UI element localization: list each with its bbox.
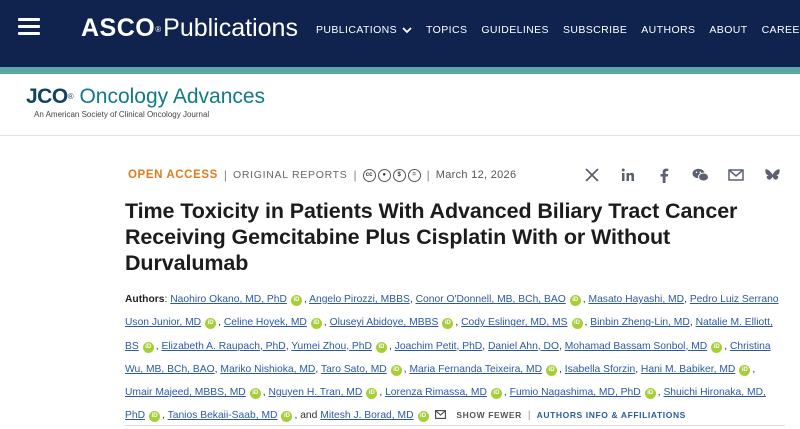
author-link[interactable]: Maria Fernanda Teixeira, MD <box>409 364 542 375</box>
orcid-icon[interactable]: iD <box>142 341 154 353</box>
asco-publications-logo[interactable]: ASCO®Publications <box>81 14 298 42</box>
cc-by-icon: ● <box>377 168 391 182</box>
show-fewer-button[interactable]: SHOW FEWER <box>456 410 522 420</box>
author-link[interactable]: Binbin Zheng-Lin, MD <box>590 317 690 328</box>
open-access-label: OPEN ACCESS <box>128 169 218 181</box>
menu-icon[interactable] <box>18 18 40 36</box>
orcid-icon[interactable]: iD <box>569 295 581 306</box>
article-meta: OPEN ACCESS | ORIGINAL REPORTS | cc ● $ … <box>128 168 516 182</box>
cc-icon: cc <box>362 168 376 182</box>
separator: | <box>223 168 228 182</box>
author-link[interactable]: Daniel Ahn, DO <box>488 341 559 352</box>
section-divider <box>125 425 785 426</box>
authors-label: Authors <box>125 294 165 305</box>
orcid-icon[interactable]: iD <box>149 411 161 423</box>
share-bar <box>574 166 790 184</box>
orcid-icon[interactable]: iD <box>366 388 378 400</box>
orcid-icon[interactable]: iD <box>571 318 583 330</box>
orcid-icon[interactable]: iD <box>390 364 402 376</box>
email-icon[interactable] <box>434 410 446 420</box>
author-link[interactable]: Elizabeth A. Raupach, PhD <box>161 341 285 352</box>
publication-date: March 12, 2026 <box>435 169 517 181</box>
author-link[interactable]: Naohiro Okano, MD, PhD <box>170 294 287 305</box>
orcid-icon[interactable]: iD <box>644 388 656 400</box>
separator: | <box>527 410 531 422</box>
orcid-icon[interactable]: iD <box>205 318 217 330</box>
license-icons[interactable]: cc ● $ = <box>362 168 421 182</box>
orcid-icon[interactable]: iD <box>442 318 454 330</box>
author-link[interactable]: Mitesh J. Borad, MD <box>320 410 413 421</box>
orcid-icon[interactable]: iD <box>281 411 293 423</box>
author-link[interactable]: Conor O'Donnell, MB, BCh, BAO <box>416 294 566 305</box>
article-title: Time Toxicity in Patients With Advanced … <box>125 199 738 275</box>
author-link[interactable]: Celine Hoyek, MD <box>224 317 307 328</box>
facebook-icon[interactable] <box>646 166 682 184</box>
separator: | <box>426 168 430 182</box>
orcid-icon[interactable]: iD <box>711 341 723 353</box>
main-nav-links: PUBLICATIONS TOPICS GUIDELINES SUBSCRIBE… <box>316 24 800 36</box>
author-link[interactable]: Umair Majeed, MBBS, MD <box>125 387 246 398</box>
email-icon[interactable] <box>718 166 754 184</box>
journal-subtitle: An American Society of Clinical Oncology… <box>34 110 210 119</box>
cc-nc-icon: $ <box>392 168 406 182</box>
wechat-icon[interactable] <box>682 166 718 184</box>
nav-subscribe[interactable]: SUBSCRIBE <box>563 24 627 36</box>
nav-authors[interactable]: AUTHORS <box>641 24 695 36</box>
author-link[interactable]: Oluseyi Abidoye, MBBS <box>330 317 439 328</box>
author-link[interactable]: Yumei Zhou, PhD <box>291 341 372 352</box>
author-link[interactable]: Angelo Pirozzi, MBBS <box>309 294 410 305</box>
chevron-down-icon <box>402 27 412 34</box>
cc-nd-icon: = <box>407 168 421 182</box>
author-link[interactable]: Nguyen H. Tran, MD <box>268 387 362 398</box>
orcid-icon[interactable]: iD <box>290 295 302 306</box>
nav-about[interactable]: ABOUT <box>709 24 747 36</box>
author-link[interactable]: Cody Eslinger, MD, MS <box>461 317 567 328</box>
author-link[interactable]: Taro Sato, MD <box>321 364 387 375</box>
orcid-icon[interactable]: iD <box>546 364 558 376</box>
nav-guidelines[interactable]: GUIDELINES <box>481 24 549 36</box>
author-link[interactable]: Mohamad Bassam Sonbol, MD <box>565 341 708 352</box>
orcid-icon[interactable]: iD <box>375 341 387 353</box>
author-link[interactable]: Masato Hayashi, MD <box>589 294 685 305</box>
affiliations-link[interactable]: AUTHORS INFO & AFFILIATIONS <box>537 410 686 420</box>
bluesky-icon[interactable] <box>754 166 790 184</box>
author-link[interactable]: Mariko Nishioka, MD <box>220 364 315 375</box>
author-link[interactable]: Hani M. Babiker, MD <box>641 364 735 375</box>
nav-topics[interactable]: TOPICS <box>426 24 467 36</box>
linkedin-icon[interactable] <box>610 166 646 184</box>
header-divider <box>0 135 800 136</box>
author-link[interactable]: Isabella Sforzin <box>565 364 635 375</box>
author-list: Authors: Naohiro Okano, MD, PhD iD, Angel… <box>125 294 779 423</box>
orcid-icon[interactable]: iD <box>310 318 322 330</box>
x-icon[interactable] <box>574 166 610 184</box>
orcid-icon[interactable]: iD <box>417 411 429 423</box>
orcid-icon[interactable]: iD <box>249 388 261 400</box>
orcid-icon[interactable]: iD <box>490 388 502 400</box>
journal-logo[interactable]: JCO® Oncology Advances An American Socie… <box>26 85 265 119</box>
author-link[interactable]: Tanios Bekaii-Saab, MD <box>168 410 278 421</box>
accent-stripe <box>0 67 800 74</box>
author-link[interactable]: Lorenza Rimassa, MD <box>385 387 487 398</box>
journal-title: JCO® Oncology Advances <box>26 85 266 108</box>
author-link[interactable]: Fumio Nagashima, MD, PhD <box>510 387 641 398</box>
article-type: ORIGINAL REPORTS <box>233 169 348 181</box>
orcid-icon[interactable]: iD <box>739 364 751 376</box>
separator: | <box>353 168 357 182</box>
and-text: , and <box>294 410 318 422</box>
author-link[interactable]: Joachim Petit, PhD <box>395 341 483 352</box>
top-navigation-bar: ASCO®Publications PUBLICATIONS TOPICS GU… <box>0 0 800 67</box>
nav-careers[interactable]: CAREERS <box>762 24 800 36</box>
nav-publications[interactable]: PUBLICATIONS <box>316 24 412 36</box>
